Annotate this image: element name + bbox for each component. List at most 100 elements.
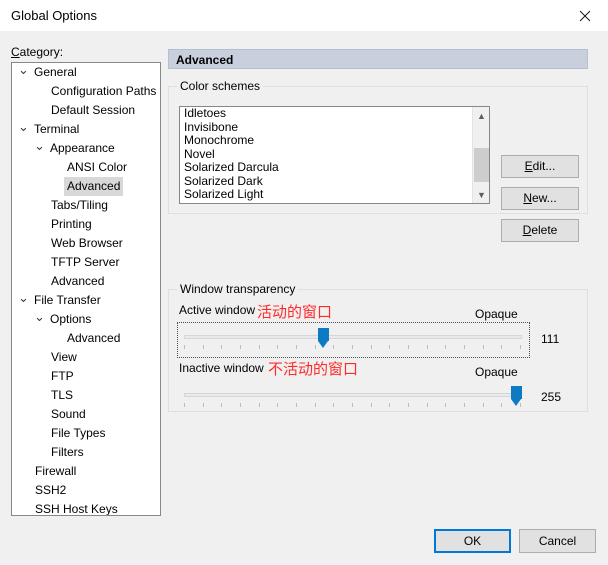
sidebar-item-web-browser[interactable]: Web Browser bbox=[12, 234, 160, 253]
color-schemes-items[interactable]: Idletoes Invisibone Monochrome Novel Solariz… bbox=[180, 107, 489, 203]
inactive-window-slider[interactable] bbox=[178, 381, 529, 415]
sidebar-item-label: TFTP Server bbox=[51, 255, 120, 269]
dialog-body: Category: ⌄ General Configuration Paths Def… bbox=[0, 31, 608, 565]
sidebar-item-ssh-host-keys[interactable]: SSH Host Keys bbox=[12, 500, 160, 516]
sidebar-item-label: Configuration Paths bbox=[51, 84, 157, 98]
inactive-window-value: 255 bbox=[541, 390, 562, 404]
sidebar-item-advanced[interactable]: Advanced bbox=[12, 272, 160, 291]
active-window-slider[interactable] bbox=[177, 322, 530, 358]
sidebar-item-printing[interactable]: Printing bbox=[12, 215, 160, 234]
edit-scheme-button[interactable]: Edit... bbox=[501, 155, 579, 178]
sidebar-item-ansi-color[interactable]: ANSI Color bbox=[12, 158, 160, 177]
active-window-value: 111 bbox=[541, 332, 560, 346]
inactive-slider-track[interactable] bbox=[184, 393, 522, 397]
close-icon bbox=[579, 10, 591, 22]
sidebar-item-label: Advanced bbox=[64, 177, 124, 196]
window-title: Global Options bbox=[11, 8, 97, 23]
title-bar: Global Options bbox=[0, 0, 608, 32]
ok-button[interactable]: OK bbox=[434, 529, 511, 553]
sidebar-item-options[interactable]: ⌄ Options bbox=[12, 307, 160, 329]
sidebar-item-label: Tabs/Tiling bbox=[51, 198, 108, 212]
inactive-window-annotation: 不活动的窗口 bbox=[268, 360, 359, 378]
inactive-slider-ticks bbox=[184, 403, 522, 408]
sidebar-item-firewall[interactable]: Firewall bbox=[12, 462, 160, 481]
sidebar-item-label: Options bbox=[50, 312, 92, 326]
sidebar-item-advanced[interactable]: Advanced bbox=[12, 329, 160, 348]
sidebar-item-appearance[interactable]: ⌄ Appearance bbox=[12, 136, 160, 158]
sidebar-item-configuration-paths[interactable]: Configuration Paths bbox=[12, 82, 160, 101]
color-schemes-listbox[interactable]: Idletoes Invisibone Monochrome Novel Solariz… bbox=[179, 106, 490, 204]
sidebar-item-label: TLS bbox=[51, 388, 74, 402]
sidebar-item-label: Firewall bbox=[35, 464, 77, 478]
sidebar-item-filters[interactable]: Filters bbox=[12, 443, 160, 462]
list-item[interactable]: Monochrome bbox=[180, 133, 489, 148]
chevron-down-icon[interactable]: ⌄ bbox=[16, 63, 31, 79]
list-item[interactable]: Solarized Darcula bbox=[180, 160, 489, 175]
delete-scheme-button[interactable]: Delete bbox=[501, 219, 579, 242]
sidebar-item-label: Web Browser bbox=[51, 236, 123, 250]
list-item[interactable]: Novel bbox=[180, 147, 489, 162]
sidebar-item-file-types[interactable]: File Types bbox=[12, 424, 160, 443]
sidebar-item-view[interactable]: View bbox=[12, 348, 160, 367]
sidebar-item-label: Advanced bbox=[51, 274, 105, 288]
list-item[interactable]: Solarized Dark bbox=[180, 174, 489, 189]
inactive-window-label: Inactive window bbox=[179, 361, 264, 375]
chevron-up-icon[interactable]: ▲ bbox=[473, 107, 489, 124]
list-item[interactable]: Idletoes bbox=[180, 107, 489, 121]
active-slider-ticks bbox=[184, 345, 522, 350]
close-button[interactable] bbox=[562, 0, 608, 31]
category-label: Category: bbox=[11, 45, 64, 59]
active-slider-thumb[interactable] bbox=[318, 328, 329, 349]
sidebar-item-label: SSH2 bbox=[35, 483, 67, 497]
sidebar-item-label: Filters bbox=[51, 445, 84, 459]
sidebar-item-advanced[interactable]: Advanced bbox=[12, 177, 160, 196]
sidebar-item-label: Sound bbox=[51, 407, 86, 421]
active-window-annotation: 活动的窗口 bbox=[257, 303, 333, 321]
category-label-text: ategory: bbox=[19, 45, 64, 59]
sidebar-item-sound[interactable]: Sound bbox=[12, 405, 160, 424]
chevron-down-icon[interactable]: ⌄ bbox=[16, 288, 31, 307]
sidebar-item-label: Appearance bbox=[50, 141, 115, 155]
sidebar-item-tftp-server[interactable]: TFTP Server bbox=[12, 253, 160, 272]
sidebar-item-default-session[interactable]: Default Session bbox=[12, 101, 160, 120]
color-schemes-group: Color schemes Idletoes Invisibone Monochro… bbox=[168, 79, 588, 242]
listbox-scrollbar[interactable]: ▲ ▼ bbox=[472, 107, 489, 203]
list-item[interactable]: Tomorrow bbox=[180, 201, 489, 203]
inactive-window-opaque-label: Opaque bbox=[475, 365, 518, 379]
inactive-slider-thumb[interactable] bbox=[511, 386, 522, 407]
color-schemes-group-title: Color schemes bbox=[177, 79, 264, 93]
sidebar-item-label: ANSI Color bbox=[67, 160, 128, 174]
active-slider-track[interactable] bbox=[184, 335, 522, 339]
cancel-button[interactable]: Cancel bbox=[519, 529, 596, 553]
chevron-down-icon[interactable]: ▼ bbox=[473, 186, 489, 203]
settings-pane: Advanced Color schemes Idletoes Invisibon… bbox=[168, 49, 596, 519]
sidebar-item-ftp[interactable]: FTP bbox=[12, 367, 160, 386]
sidebar-item-general[interactable]: ⌄ General bbox=[12, 63, 160, 82]
chevron-down-icon[interactable]: ⌄ bbox=[16, 117, 31, 136]
new-scheme-button[interactable]: New... bbox=[501, 187, 579, 210]
sidebar-item-label: SSH Host Keys bbox=[35, 502, 118, 516]
page-title: Advanced bbox=[168, 49, 588, 69]
chevron-down-icon[interactable]: ⌄ bbox=[32, 136, 47, 155]
active-window-opaque-label: Opaque bbox=[475, 307, 518, 321]
sidebar-item-label: Advanced bbox=[67, 331, 121, 345]
sidebar-item-label: FTP bbox=[51, 369, 74, 383]
delete-button-label: elete bbox=[531, 223, 558, 237]
new-button-label: ew... bbox=[531, 191, 557, 205]
sidebar-item-label: Default Session bbox=[51, 103, 136, 117]
chevron-down-icon[interactable]: ⌄ bbox=[32, 307, 47, 326]
sidebar-item-tabs-tiling[interactable]: Tabs/Tiling bbox=[12, 196, 160, 215]
list-item[interactable]: Invisibone bbox=[180, 120, 489, 135]
sidebar-item-tls[interactable]: TLS bbox=[12, 386, 160, 405]
sidebar-item-label: General bbox=[34, 65, 77, 79]
sidebar-item-label: Printing bbox=[51, 217, 92, 231]
sidebar-item-ssh2[interactable]: SSH2 bbox=[12, 481, 160, 500]
scrollbar-thumb[interactable] bbox=[474, 148, 489, 182]
window-transparency-group: Window transparency Active window 活动的窗口 … bbox=[168, 282, 588, 415]
category-tree[interactable]: ⌄ General Configuration Paths Default Sessi… bbox=[11, 62, 161, 516]
list-item[interactable]: Solarized Light bbox=[180, 187, 489, 202]
sidebar-item-label: View bbox=[51, 350, 77, 364]
window-transparency-group-title: Window transparency bbox=[177, 282, 299, 296]
active-window-label: Active window bbox=[179, 303, 256, 317]
edit-button-label: dit... bbox=[532, 159, 556, 173]
